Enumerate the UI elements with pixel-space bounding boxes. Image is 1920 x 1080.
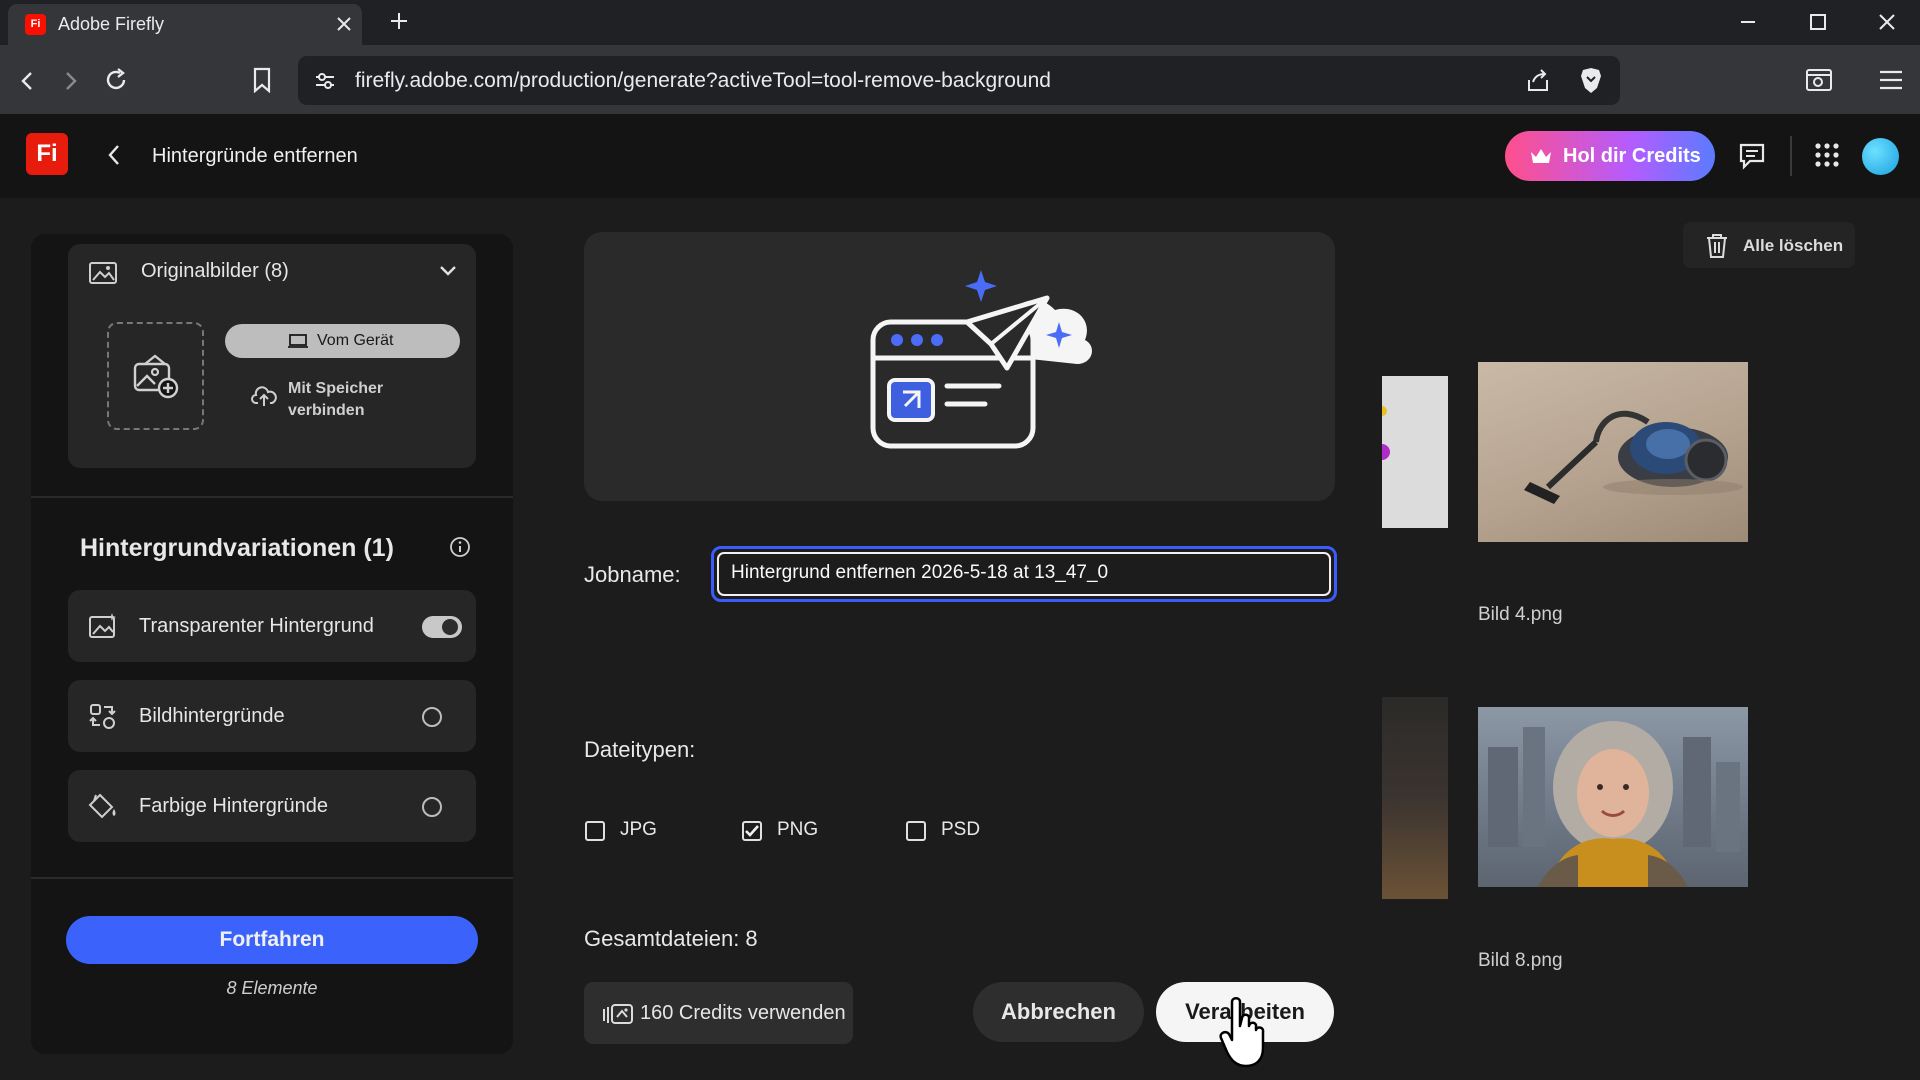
- connect-storage-link[interactable]: Mit Speicher verbinden: [288, 378, 408, 422]
- cancel-button[interactable]: Abbrechen: [973, 982, 1144, 1042]
- original-images-label[interactable]: Originalbilder (8): [141, 260, 289, 283]
- elements-count: 8 Elemente: [226, 978, 318, 998]
- browser-toolbar: firefly.adobe.com/production/generate?ac…: [0, 45, 1920, 117]
- checkmark-icon: [745, 825, 759, 837]
- get-credits-button[interactable]: Hol dir Credits: [1505, 131, 1715, 181]
- clear-all-button[interactable]: Alle löschen: [1683, 222, 1855, 268]
- option-transparent-background[interactable]: Transparenter Hintergrund: [68, 590, 476, 662]
- upload-card: Originalbilder (8) Vom Gerät Mit Speiche…: [68, 244, 476, 468]
- total-files: Gesamtdateien: 8: [584, 926, 758, 951]
- jobname-value: Hintergrund entfernen 2026-5-18 at 13_47…: [731, 562, 1109, 583]
- apps-grid-icon[interactable]: [1814, 142, 1840, 168]
- brave-shield-icon[interactable]: [1578, 67, 1604, 95]
- illustration-card: [584, 232, 1335, 501]
- background-variations-title: Hintergrundvariationen (1): [80, 534, 394, 562]
- image-dropzone[interactable]: [107, 322, 204, 430]
- browser-tab[interactable]: Fi Adobe Firefly: [8, 4, 362, 45]
- clear-all-label: Alle löschen: [1743, 236, 1844, 255]
- trash-icon: [1707, 234, 1727, 258]
- paint-bucket-icon: [88, 792, 118, 820]
- use-credits-label: 160 Credits verwenden: [640, 1002, 846, 1024]
- menu-icon[interactable]: [1878, 69, 1904, 91]
- image-icon: [88, 260, 118, 286]
- feedback-comment-icon[interactable]: [1738, 142, 1766, 170]
- cloud-upload-icon: [251, 384, 277, 408]
- thumbnail-woman-portrait[interactable]: [1478, 707, 1748, 887]
- new-tab-icon[interactable]: [388, 10, 410, 32]
- page-title: Hintergründe entfernen: [152, 145, 358, 167]
- share-icon[interactable]: [1525, 68, 1551, 94]
- app-header: Fi Hintergründe entfernen Hol dir Credit…: [0, 114, 1920, 198]
- psd-label: PSD: [941, 819, 981, 840]
- credits-icon: [603, 1004, 633, 1024]
- divider: [31, 877, 513, 879]
- colored-backgrounds-radio[interactable]: [422, 797, 442, 817]
- back-chevron-icon[interactable]: [104, 142, 126, 168]
- firefly-favicon-icon: Fi: [25, 14, 46, 35]
- woman-portrait-image: [1488, 721, 1740, 887]
- vacuum-cleaner-image: [1524, 410, 1743, 504]
- continue-button[interactable]: Fortfahren: [66, 916, 478, 964]
- firefly-logo[interactable]: Fi: [26, 133, 68, 175]
- option-label: Bildhintergründe: [139, 705, 285, 727]
- filetypes-label: Dateitypen:: [584, 737, 696, 762]
- maximize-icon[interactable]: [1808, 12, 1828, 32]
- window-close-icon[interactable]: [1877, 12, 1897, 32]
- jobname-input[interactable]: Hintergrund entfernen 2026-5-18 at 13_47…: [711, 546, 1337, 602]
- send-to-cloud-illustration: [870, 270, 1092, 449]
- thumbnail-vacuum-cleaner[interactable]: [1478, 362, 1748, 542]
- get-credits-label: Hol dir Credits: [1563, 145, 1701, 167]
- info-icon[interactable]: [449, 536, 471, 558]
- header-divider: [1790, 136, 1792, 176]
- tab-title: Adobe Firefly: [58, 14, 165, 34]
- address-bar[interactable]: firefly.adobe.com/production/generate?ac…: [298, 56, 1620, 105]
- reading-mode-icon[interactable]: [1805, 67, 1833, 93]
- chevron-down-icon[interactable]: [438, 264, 458, 278]
- crown-icon: [1529, 146, 1553, 166]
- settings-panel: Originalbilder (8) Vom Gerät Mit Speiche…: [31, 234, 513, 1054]
- partial-thumbnail[interactable]: [1382, 376, 1448, 528]
- url-text: firefly.adobe.com/production/generate?ac…: [355, 69, 1051, 92]
- jpg-checkbox[interactable]: [585, 821, 605, 841]
- jpg-label: JPG: [620, 819, 657, 840]
- png-label: PNG: [777, 819, 819, 840]
- use-credits-button[interactable]: 160 Credits verwenden: [584, 982, 853, 1044]
- partial-thumbnail[interactable]: [1382, 697, 1448, 899]
- minimize-icon[interactable]: [1738, 12, 1758, 32]
- swap-images-icon: [88, 702, 118, 730]
- thumbnail-caption: Bild 8.png: [1478, 950, 1563, 971]
- hand-cursor-icon: [1218, 996, 1272, 1070]
- forward-arrow-icon[interactable]: [58, 69, 82, 93]
- laptop-icon: [288, 334, 308, 348]
- image-backgrounds-radio[interactable]: [422, 707, 442, 727]
- divider: [31, 496, 513, 498]
- transparent-background-toggle[interactable]: [422, 616, 462, 638]
- option-label: Farbige Hintergründe: [139, 795, 328, 817]
- reload-icon[interactable]: [103, 67, 129, 93]
- from-device-label: Vom Gerät: [317, 332, 394, 349]
- psd-checkbox[interactable]: [906, 821, 926, 841]
- site-settings-icon[interactable]: [314, 71, 336, 91]
- bookmark-icon[interactable]: [251, 67, 273, 93]
- back-arrow-icon[interactable]: [16, 69, 40, 93]
- transparent-image-icon: [88, 612, 118, 640]
- jobname-label: Jobname:: [584, 562, 681, 587]
- thumbnail-caption: Bild 4.png: [1478, 604, 1563, 625]
- option-image-backgrounds[interactable]: Bildhintergründe: [68, 680, 476, 752]
- tab-close-icon[interactable]: [334, 14, 354, 34]
- option-label: Transparenter Hintergrund: [139, 615, 374, 637]
- option-colored-backgrounds[interactable]: Farbige Hintergründe: [68, 770, 476, 842]
- user-avatar[interactable]: [1862, 138, 1899, 175]
- browser-tab-bar: Fi Adobe Firefly: [0, 0, 1920, 45]
- from-device-button[interactable]: Vom Gerät: [225, 324, 460, 358]
- png-checkbox[interactable]: [742, 821, 762, 841]
